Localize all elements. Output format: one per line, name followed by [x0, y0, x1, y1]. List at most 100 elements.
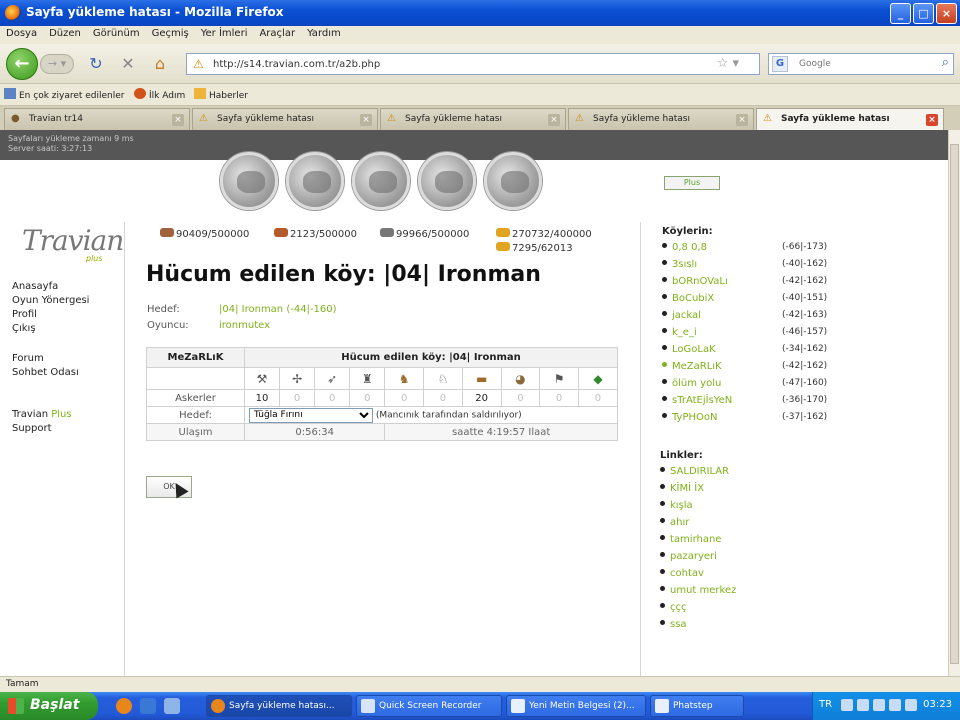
home-icon[interactable]: ⌂	[150, 54, 170, 74]
ie-quicklaunch-icon[interactable]	[140, 698, 156, 714]
task-firefox[interactable]: Sayfa yükleme hatası...	[206, 695, 352, 717]
maximize-button[interactable]: □	[913, 3, 934, 24]
village-name[interactable]: BoCubiX	[672, 293, 714, 304]
menu-history[interactable]: Geçmiş	[146, 26, 195, 41]
link-item[interactable]: ççç	[660, 602, 860, 619]
tab-close-icon[interactable]: ×	[548, 114, 560, 126]
scrollbar-thumb[interactable]	[950, 144, 959, 664]
link-label[interactable]: tamirhane	[670, 534, 721, 545]
tab-close-icon[interactable]: ×	[360, 114, 372, 126]
village-item[interactable]: bORnOVaLı (-42|-162)	[662, 276, 862, 293]
tray-icon[interactable]	[889, 699, 901, 711]
village-name[interactable]: 0,8 0,8	[672, 242, 707, 253]
start-button[interactable]: Başlat	[0, 692, 98, 720]
menu-forum-link[interactable]: Forum	[12, 352, 124, 366]
reload-icon[interactable]: ↻	[86, 54, 106, 74]
link-item[interactable]: cohtav	[660, 568, 860, 585]
menu-home-link[interactable]: Anasayfa	[12, 280, 124, 294]
bookmark-star-icon[interactable]: ☆ ▾	[717, 56, 739, 71]
menu-profile-link[interactable]: Profil	[12, 308, 124, 322]
minimize-button[interactable]: _	[890, 3, 911, 24]
village-name[interactable]: 3sıslı	[672, 259, 697, 270]
link-item[interactable]: kışla	[660, 500, 860, 517]
village-item[interactable]: TyPHOoN (-37|-162)	[662, 412, 862, 429]
tray-icon[interactable]	[873, 699, 885, 711]
task-screen-recorder[interactable]: Quick Screen Recorder	[356, 695, 502, 717]
search-icon[interactable]: ⌕	[942, 55, 949, 70]
menu-guide-link[interactable]: Oyun Yönergesi	[12, 294, 124, 308]
statistics-icon[interactable]	[418, 152, 476, 210]
village-center-icon[interactable]	[286, 152, 344, 210]
link-item[interactable]: tamirhane	[660, 534, 860, 551]
tab-close-icon[interactable]: ×	[926, 114, 938, 126]
menu-logout-link[interactable]: Çıkış	[12, 322, 124, 336]
forward-button[interactable]: → ▾	[40, 54, 74, 74]
menu-bookmarks[interactable]: Yer İmleri	[195, 26, 254, 41]
plus-button[interactable]: Plus	[664, 176, 720, 190]
volume-icon[interactable]	[905, 699, 917, 711]
tab-error-active[interactable]: ⚠ Sayfa yükleme hatası ×	[756, 108, 944, 130]
link-label[interactable]: umut merkez	[670, 585, 736, 596]
bookmark-getting-started[interactable]: İlk Adım	[134, 88, 185, 101]
vertical-scrollbar[interactable]	[948, 130, 960, 676]
bookmark-most-visited[interactable]: En çok ziyaret edilenler	[4, 88, 125, 101]
tab-error-1[interactable]: ⚠ Sayfa yükleme hatası ×	[192, 108, 378, 130]
village-item[interactable]: k_e_i (-46|-157)	[662, 327, 862, 344]
address-bar[interactable]: ⚠ ☆ ▾	[186, 53, 760, 75]
village-item[interactable]: BoCubiX (-40|-151)	[662, 293, 862, 310]
travian-logo[interactable]: Travian plus	[6, 222, 124, 270]
url-input[interactable]	[213, 56, 713, 72]
village-item[interactable]: 0,8 0,8 (-66|-173)	[662, 242, 862, 259]
menu-support-link[interactable]: Support	[12, 422, 124, 436]
tray-icon[interactable]	[841, 699, 853, 711]
village-item[interactable]: MeZaRLıK (-42|-162)	[662, 361, 862, 378]
tab-travian[interactable]: ● Travian tr14 ×	[4, 108, 190, 130]
menu-chat-link[interactable]: Sohbet Odası	[12, 366, 124, 380]
village-item[interactable]: 3sıslı (-40|-162)	[662, 259, 862, 276]
link-item[interactable]: SALDIRILAR	[660, 466, 860, 483]
stop-icon[interactable]: ✕	[118, 54, 138, 74]
link-label[interactable]: cohtav	[670, 568, 704, 579]
search-box[interactable]: G ⌕	[768, 53, 954, 75]
reports-icon[interactable]	[484, 152, 542, 210]
village-item[interactable]: LoGoLaK (-34|-162)	[662, 344, 862, 361]
village-overview-icon[interactable]	[220, 152, 278, 210]
link-label[interactable]: ssa	[670, 619, 687, 630]
village-item[interactable]: sTrAtEjİsYeN (-36|-170)	[662, 395, 862, 412]
close-button[interactable]: ×	[936, 3, 957, 24]
link-label[interactable]: pazaryeri	[670, 551, 717, 562]
link-item[interactable]: pazaryeri	[660, 551, 860, 568]
firefox-quicklaunch-icon[interactable]	[116, 698, 132, 714]
bookmark-news[interactable]: Haberler	[194, 88, 248, 101]
task-notepad[interactable]: Yeni Metin Belgesi (2)...	[506, 695, 646, 717]
menu-help[interactable]: Yardım	[301, 26, 347, 41]
link-item[interactable]: ahır	[660, 517, 860, 534]
task-phatstep[interactable]: Phatstep	[650, 695, 744, 717]
language-indicator[interactable]: TR	[819, 699, 832, 710]
village-item[interactable]: ölüm yolu (-47|-160)	[662, 378, 862, 395]
google-icon[interactable]: G	[772, 56, 788, 72]
village-name[interactable]: ölüm yolu	[672, 378, 721, 389]
village-name[interactable]: jackal	[672, 310, 701, 321]
link-item[interactable]: ssa	[660, 619, 860, 636]
village-name[interactable]: LoGoLaK	[672, 344, 716, 355]
tab-close-icon[interactable]: ×	[736, 114, 748, 126]
search-input[interactable]	[799, 57, 929, 71]
map-icon[interactable]	[352, 152, 410, 210]
menu-tools[interactable]: Araçlar	[253, 26, 301, 41]
menu-file[interactable]: Dosya	[0, 26, 43, 41]
desktop-quicklaunch-icon[interactable]	[164, 698, 180, 714]
tray-icon[interactable]	[857, 699, 869, 711]
tab-error-2[interactable]: ⚠ Sayfa yükleme hatası ×	[380, 108, 566, 130]
village-item[interactable]: jackal (-42|-163)	[662, 310, 862, 327]
link-label[interactable]: ççç	[670, 602, 687, 613]
link-label[interactable]: KİMİ İX	[670, 483, 704, 494]
target-village-link[interactable]: |04| Ironman (-44|-160)	[219, 304, 337, 315]
target-player-link[interactable]: ironmutex	[219, 320, 270, 331]
link-label[interactable]: ahır	[670, 517, 689, 528]
link-label[interactable]: kışla	[670, 500, 693, 511]
link-item[interactable]: KİMİ İX	[660, 483, 860, 500]
village-name[interactable]: MeZaRLıK	[672, 361, 722, 372]
back-button[interactable]: ←	[6, 48, 38, 80]
link-label[interactable]: SALDIRILAR	[670, 466, 729, 477]
